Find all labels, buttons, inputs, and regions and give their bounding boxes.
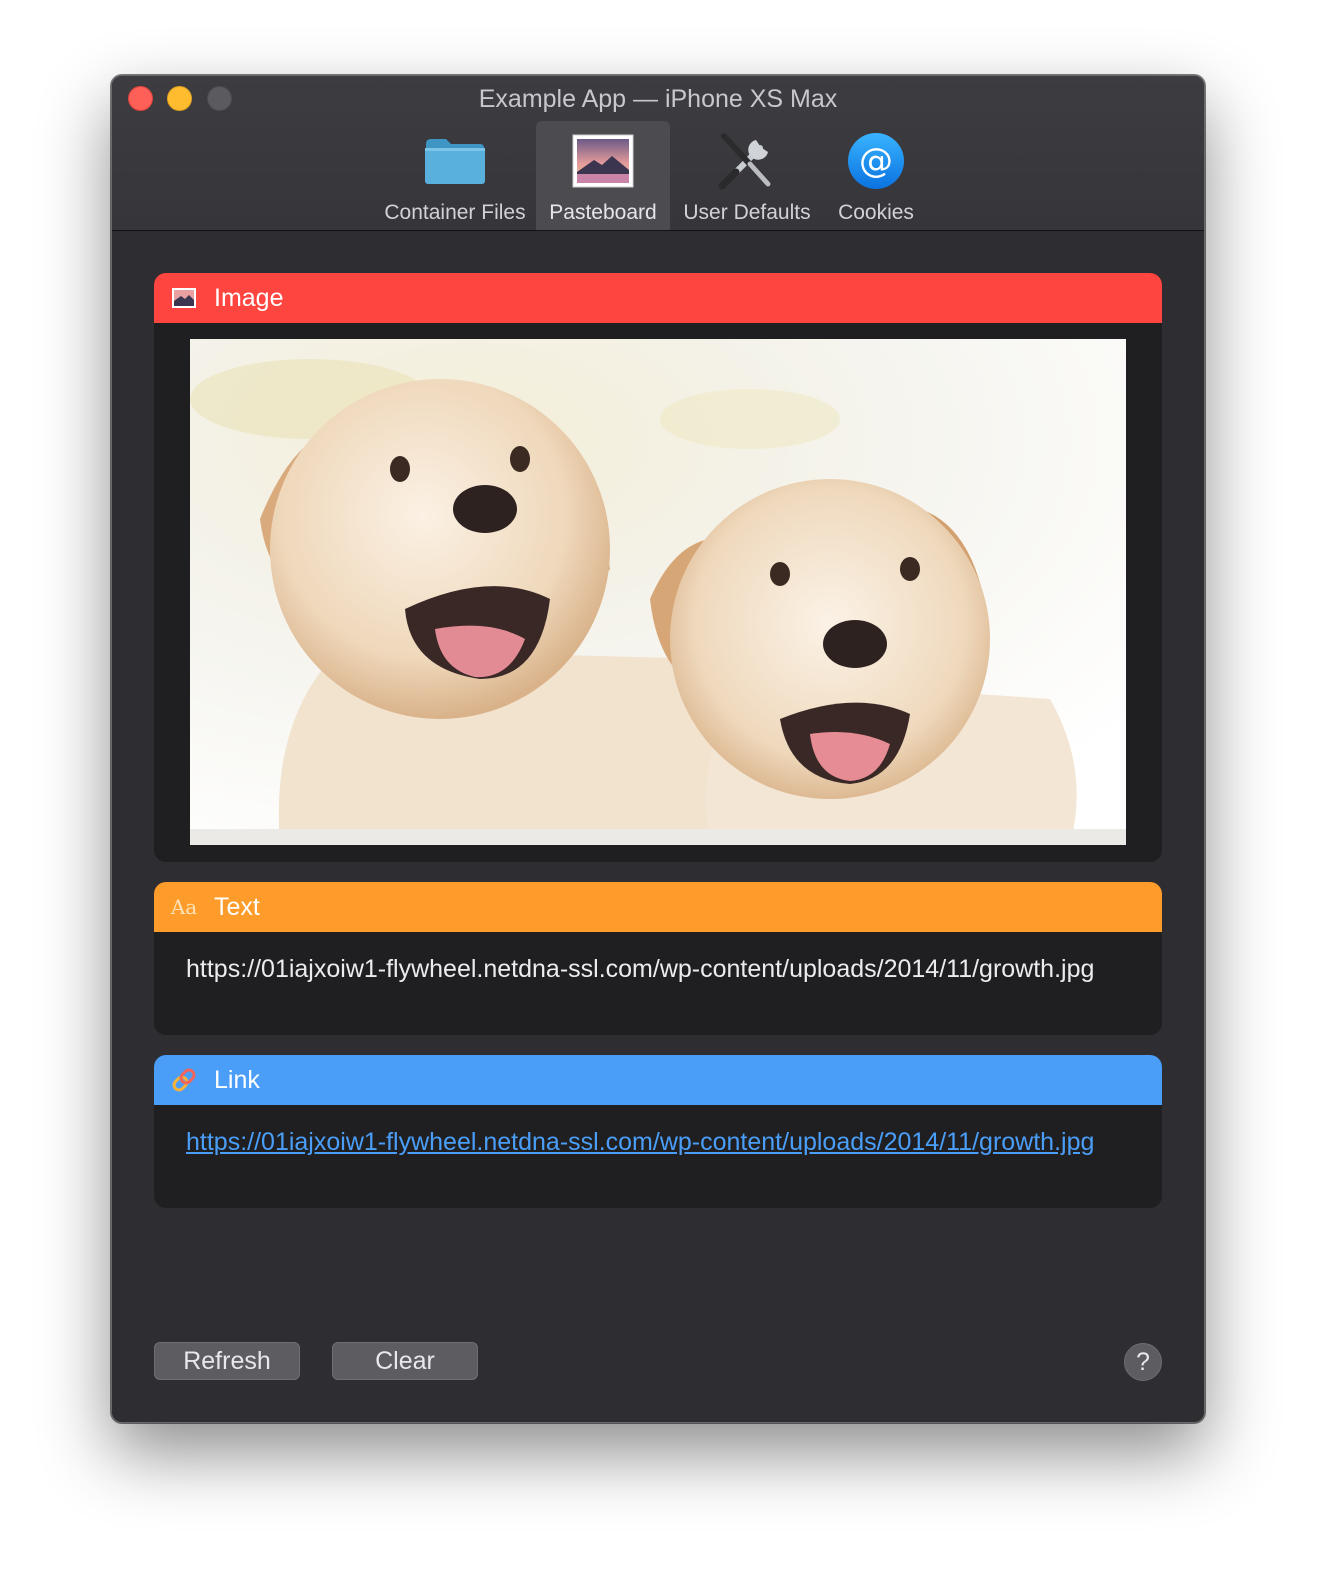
tab-pasteboard[interactable]: Pasteboard <box>536 121 670 230</box>
tab-container-files[interactable]: Container Files <box>374 121 536 230</box>
refresh-button[interactable]: Refresh <box>154 1342 300 1380</box>
tab-label: Cookies <box>838 201 914 224</box>
text-card-header: Aa Text <box>154 882 1162 932</box>
link-card-header: Link <box>154 1055 1162 1105</box>
link-card: Link https://01iajxoiw1-flywheel.netdna-… <box>154 1055 1162 1208</box>
clear-button[interactable]: Clear <box>332 1342 478 1380</box>
svg-text:@: @ <box>859 141 893 181</box>
folder-icon <box>423 129 487 193</box>
link-card-title: Link <box>214 1065 260 1094</box>
tab-user-defaults[interactable]: User Defaults <box>670 121 824 230</box>
window-title: Example App — iPhone XS Max <box>478 85 838 113</box>
image-card-header: Image <box>154 273 1162 323</box>
text-card: Aa Text https://01iajxoiw1-flywheel.netd… <box>154 882 1162 1035</box>
app-window: Example App — iPhone XS Max Container Fi… <box>111 75 1205 1423</box>
tab-label: User Defaults <box>683 201 811 224</box>
at-sign-icon: @ <box>844 129 908 193</box>
picture-icon <box>170 284 198 312</box>
pasteboard-link-url[interactable]: https://01iajxoiw1-flywheel.netdna-ssl.c… <box>154 1105 1162 1161</box>
image-card: Image <box>154 273 1162 862</box>
text-aa-icon: Aa <box>170 895 198 919</box>
text-card-title: Text <box>214 892 260 921</box>
help-button[interactable]: ? <box>1124 1343 1162 1381</box>
tab-label: Pasteboard <box>549 201 657 224</box>
tab-label: Container Files <box>384 201 526 224</box>
picture-icon <box>571 129 635 193</box>
pasteboard-text-value[interactable]: https://01iajxoiw1-flywheel.netdna-ssl.c… <box>154 932 1162 988</box>
title-bar: Example App — iPhone XS Max Container Fi… <box>112 76 1204 231</box>
image-card-title: Image <box>214 283 284 312</box>
pasteboard-content: Image Aa Text https://01iajxoiw1-flywhee… <box>112 232 1204 1422</box>
tab-cookies[interactable]: @ Cookies <box>824 121 928 230</box>
pasteboard-image-puppies <box>190 339 1126 845</box>
toolbar: Container Files Pasteboard User Defaults… <box>374 121 928 231</box>
link-icon <box>170 1066 198 1094</box>
tools-icon <box>715 129 779 193</box>
